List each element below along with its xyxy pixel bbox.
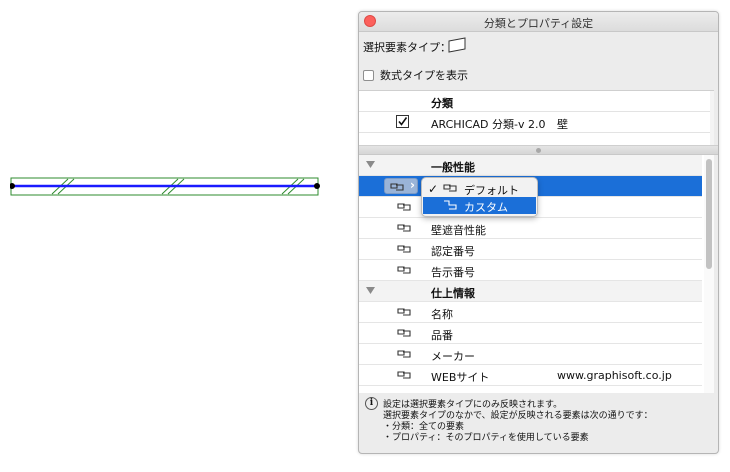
- property-row[interactable]: 名称: [359, 302, 702, 323]
- property-name: メーカー: [431, 350, 475, 363]
- show-math-type-option[interactable]: 数式タイプを表示: [363, 67, 468, 83]
- show-math-type-label: 数式タイプを表示: [380, 69, 468, 82]
- checkmark-icon: [398, 117, 408, 126]
- classification-system: ARCHICAD 分類-v 2.0: [431, 118, 546, 131]
- info-text-line: ・プロパティ：そのプロパティを使用している要素: [383, 433, 589, 443]
- link-icon[interactable]: [397, 223, 411, 232]
- menu-item-label: デフォルト: [464, 184, 519, 197]
- link-icon[interactable]: [397, 307, 411, 316]
- checkmark-icon: ✓: [428, 182, 439, 196]
- wall-element[interactable]: [10, 176, 320, 198]
- show-math-type-checkbox[interactable]: [363, 69, 374, 81]
- property-row[interactable]: WEBサイト www.graphisoft.co.jp: [359, 365, 702, 386]
- menu-item-label: カスタム: [464, 201, 508, 214]
- scrollbar-thumb[interactable]: [706, 159, 712, 269]
- classification-scrollbar[interactable]: [710, 91, 714, 145]
- link-icon[interactable]: [397, 328, 411, 337]
- group-name: 仕上情報: [431, 287, 475, 300]
- property-row[interactable]: メーカー: [359, 344, 702, 365]
- wall-start-node[interactable]: [10, 183, 15, 189]
- property-name: WEBサイト: [431, 371, 490, 384]
- property-group-row[interactable]: 一般性能: [359, 155, 702, 176]
- property-row[interactable]: 認定番号: [359, 239, 702, 260]
- disclosure-triangle-icon[interactable]: [366, 287, 375, 295]
- link-icon: [443, 184, 457, 192]
- property-name: 壁遮音性能: [431, 224, 486, 237]
- link-icon[interactable]: [397, 202, 411, 211]
- chevron-right-icon: ›: [410, 178, 415, 192]
- property-value[interactable]: www.graphisoft.co.jp: [557, 369, 672, 382]
- element-type-label: 選択要素タイプ：: [363, 41, 451, 54]
- property-row[interactable]: 品番: [359, 323, 702, 344]
- classification-property-dialog: 分類とプロパティ設定 選択要素タイプ： 数式タイプを表示 分類 ARCHICAD…: [358, 11, 719, 454]
- menu-item-custom[interactable]: カスタム: [423, 197, 536, 214]
- menu-item-default[interactable]: ✓ デフォルト: [423, 180, 536, 197]
- custom-value-icon: [444, 200, 457, 210]
- wall-type-icon: [448, 37, 466, 53]
- property-name: 名称: [431, 308, 453, 321]
- link-icon[interactable]: [397, 265, 411, 274]
- link-icon[interactable]: [397, 370, 411, 379]
- link-icon[interactable]: [397, 244, 411, 253]
- splitter-handle[interactable]: [536, 148, 541, 153]
- classification-header-row: 分類: [359, 91, 714, 112]
- classification-header: 分類: [431, 97, 453, 110]
- classification-checkbox[interactable]: [396, 115, 409, 128]
- property-group-row[interactable]: 仕上情報: [359, 281, 702, 302]
- link-icon[interactable]: [397, 349, 411, 358]
- dialog-title: 分類とプロパティ設定: [483, 17, 594, 30]
- value-source-menu: ✓ デフォルト カスタム: [421, 177, 538, 217]
- classification-table: 分類 ARCHICAD 分類-v 2.0 壁: [359, 90, 714, 145]
- title-bar[interactable]: 分類とプロパティ設定: [359, 12, 718, 32]
- property-row[interactable]: 壁遮音性能: [359, 218, 702, 239]
- property-name: 認定番号: [431, 245, 475, 258]
- link-icon: [390, 183, 404, 191]
- property-name: 品番: [431, 329, 453, 342]
- classification-row[interactable]: ARCHICAD 分類-v 2.0 壁: [359, 112, 714, 133]
- classification-value: 壁: [557, 118, 568, 131]
- property-row[interactable]: 告示番号: [359, 260, 702, 281]
- info-icon: i: [365, 397, 378, 410]
- panel-splitter[interactable]: [359, 145, 718, 155]
- property-name: 告示番号: [431, 266, 475, 279]
- group-name: 一般性能: [431, 161, 475, 174]
- disclosure-triangle-icon[interactable]: [366, 161, 375, 169]
- wall-end-node[interactable]: [314, 183, 320, 189]
- property-scrollbar[interactable]: [704, 155, 714, 393]
